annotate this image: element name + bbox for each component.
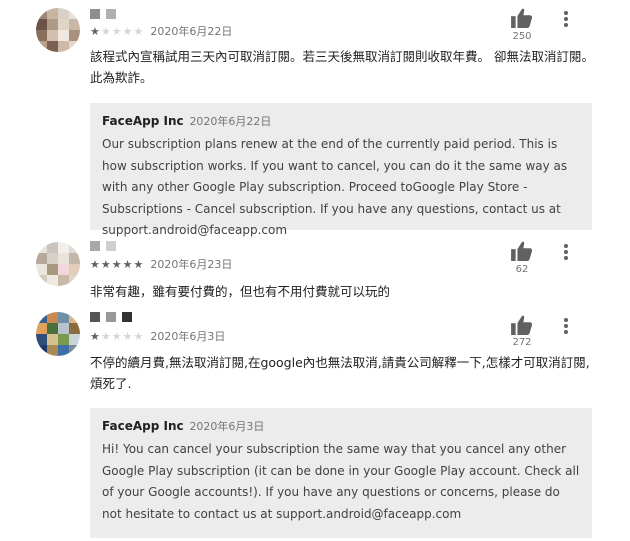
review-date: 2020年6月3日 <box>150 330 226 343</box>
thumb-up-icon[interactable] <box>511 315 533 335</box>
more-vert-icon[interactable] <box>560 243 572 261</box>
review-card: ★★★★★ 2020年6月23日 62 非常有趣，雖有要付費的，但也有不用付費就可… <box>0 236 630 306</box>
review-text: 不停的續月費,無法取消訂閱,在google內也無法取消,請貴公司解釋一下,怎樣才… <box>90 355 590 391</box>
star-icon: ★ <box>90 258 101 271</box>
star-icon: ★ <box>133 25 145 38</box>
avatar <box>36 242 80 286</box>
helpful-count: 272 <box>512 337 532 348</box>
review-text: 非常有趣，雖有要付費的，但也有不用付費就可以玩的 <box>90 284 391 299</box>
star-icon: ★ <box>90 330 101 343</box>
star-rating: ★★★★★ 2020年6月3日 <box>90 330 225 344</box>
star-icon: ★ <box>111 258 123 271</box>
star-icon: ★ <box>100 330 112 343</box>
more-vert-icon[interactable] <box>560 10 572 28</box>
review-card: ★★★★★ 2020年6月3日 272 不停的續月費,無法取消訂閱,在google… <box>0 308 630 541</box>
avatar <box>36 8 80 52</box>
helpful-count: 250 <box>512 31 532 42</box>
reply-date: 2020年6月3日 <box>189 420 265 433</box>
star-icon: ★ <box>90 25 101 38</box>
avatar <box>36 312 80 356</box>
reply-text: Hi! You can cancel your subscription the… <box>102 442 580 521</box>
thumb-up-icon[interactable] <box>511 241 533 261</box>
review-text: 該程式內宣稱試用三天內可取消訂閱。若三天後無取消訂閱則收取年費。 卻無法取消訂閱… <box>90 49 594 85</box>
star-rating: ★★★★★ 2020年6月23日 <box>90 258 232 272</box>
reply-date: 2020年6月22日 <box>189 115 272 128</box>
reply-text: Our subscription plans renew at the end … <box>102 137 568 237</box>
developer-name: FaceApp Inc <box>102 114 184 128</box>
star-icon: ★ <box>111 25 123 38</box>
developer-reply: FaceApp Inc 2020年6月3日 Hi! You can cancel… <box>90 408 592 538</box>
star-icon: ★ <box>100 258 112 271</box>
review-card: ★★★★★ 2020年6月22日 250 該程式內宣稱試用三天內可取消訂閱。若三天… <box>0 0 630 237</box>
star-icon: ★ <box>100 25 112 38</box>
helpful-count: 62 <box>515 264 529 275</box>
review-date: 2020年6月23日 <box>150 258 233 271</box>
star-icon: ★ <box>122 258 134 271</box>
developer-reply: FaceApp Inc 2020年6月22日 Our subscription … <box>90 103 592 237</box>
star-icon: ★ <box>133 258 145 271</box>
developer-name: FaceApp Inc <box>102 419 184 433</box>
reviewer-name-obscured <box>90 9 116 19</box>
star-icon: ★ <box>122 25 134 38</box>
more-vert-icon[interactable] <box>560 317 572 335</box>
reviewer-name-obscured <box>90 241 116 251</box>
review-date: 2020年6月22日 <box>150 25 233 38</box>
star-icon: ★ <box>133 330 145 343</box>
star-rating: ★★★★★ 2020年6月22日 <box>90 25 232 39</box>
star-icon: ★ <box>122 330 134 343</box>
star-icon: ★ <box>111 330 123 343</box>
thumb-up-icon[interactable] <box>511 8 533 28</box>
reviewer-name-obscured <box>90 312 132 322</box>
